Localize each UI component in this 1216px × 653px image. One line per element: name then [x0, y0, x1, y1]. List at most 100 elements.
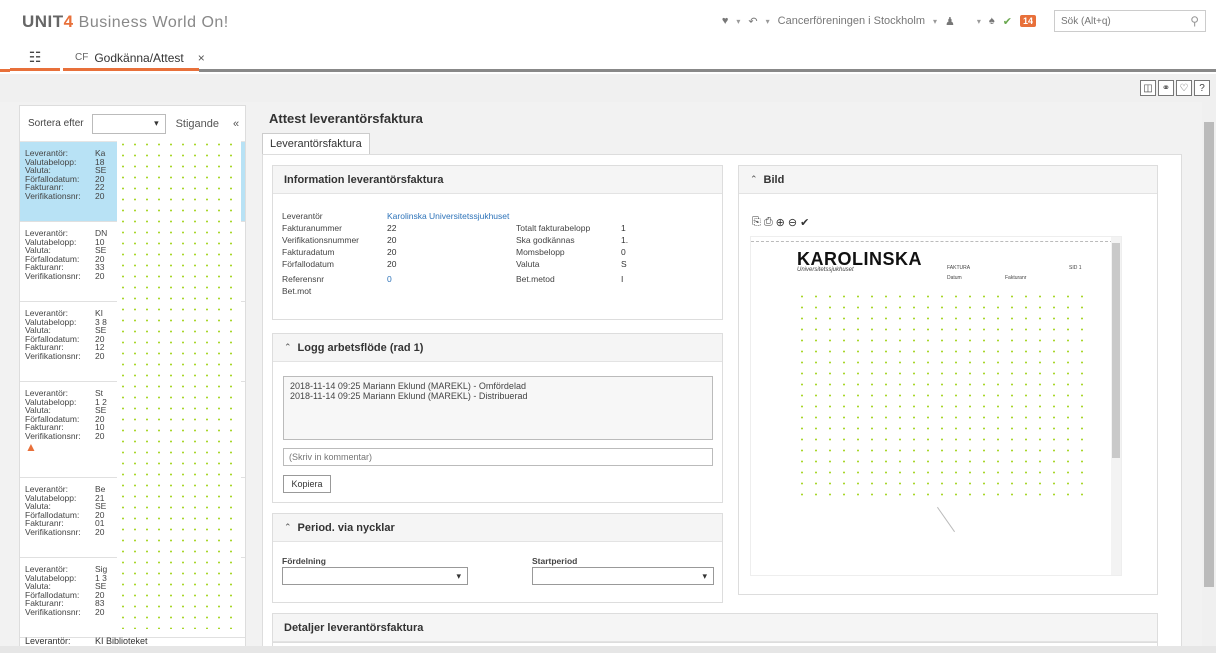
page-scroll-thumb[interactable]	[1204, 122, 1214, 587]
comment-input[interactable]	[283, 448, 713, 466]
page-toolbar: ◫ ⚭ ♡ ?	[0, 74, 1216, 102]
help-icon[interactable]: ?	[1194, 80, 1210, 96]
workflow-log: 2018-11-14 09:25 Mariann Eklund (MAREKL)…	[283, 376, 713, 440]
field-fakturadatum: Fakturadatum 20	[282, 247, 397, 257]
chevron-down-icon: ▾	[154, 118, 159, 128]
info-card: Information leverantörsfaktura Leverantö…	[272, 165, 723, 320]
doc-datum: Datum	[947, 275, 962, 281]
doc-edge	[751, 241, 1113, 242]
list-item-value: 20	[95, 350, 105, 361]
tab-divider	[199, 69, 1216, 72]
log-entry: 2018-11-14 09:25 Mariann Eklund (MAREKL)…	[290, 391, 528, 401]
startperiod-label: Startperiod	[532, 556, 578, 566]
redaction-mask	[795, 291, 1095, 503]
company-chevron-icon[interactable]: ▾	[933, 17, 937, 26]
list-item-value: 20	[95, 526, 105, 537]
export-icon[interactable]: ⎘	[752, 216, 761, 229]
redaction-mask	[117, 139, 241, 629]
log-card-header[interactable]: ⌃ Logg arbetsflöde (rad 1)	[273, 334, 722, 362]
search-icon[interactable]: ⚲	[1190, 14, 1199, 28]
list-item-value: KI Biblioteket	[95, 636, 148, 646]
history-icon[interactable]: ↶	[748, 15, 757, 28]
notification-icon[interactable]: ♠	[989, 15, 995, 27]
sort-select[interactable]: ▾	[91, 113, 166, 134]
app-logo[interactable]: UNIT4 Business World On!	[22, 12, 229, 32]
bottom-bar	[0, 646, 1216, 653]
toolbar-icons: ◫ ⚭ ♡ ?	[1140, 80, 1210, 96]
link-icon[interactable]: ⚭	[1158, 80, 1174, 96]
period-card-header[interactable]: ⌃ Period. via nycklar	[273, 514, 722, 542]
sort-direction[interactable]: Stigande	[176, 118, 219, 130]
startperiod-select[interactable]: ▾	[532, 567, 714, 585]
zoom-out-icon[interactable]: ⊖	[788, 216, 797, 229]
field-leverantor: Leverantör Karolinska Universitetssjukhus…	[282, 211, 510, 221]
image-tools: ⎘ ⎙ ⊕ ⊖ ✔	[752, 216, 809, 229]
doc-fakturanr: Fakturanr	[1005, 275, 1027, 281]
menu-icon[interactable]: ☷	[10, 47, 60, 71]
favorites-icon[interactable]: ♥	[722, 15, 729, 27]
top-header: UNIT4 Business World On! ♥ ▾ ↶ ▾ Cancerföre…	[0, 0, 1216, 44]
fordelning-label: Fördelning	[282, 556, 326, 566]
user-icon[interactable]: ♟	[945, 15, 955, 28]
list-item-value: 20	[95, 606, 105, 617]
image-card-header[interactable]: ⌃ Bild	[739, 166, 1157, 194]
tab-leverantorsfaktura[interactable]: Leverantörsfaktura	[262, 133, 370, 154]
sort-label: Sortera efter	[28, 118, 84, 129]
invoice-image-viewer[interactable]: KAROLINSKA Universitetssjukhuset FAKTURA…	[750, 236, 1122, 576]
chevron-up-icon: ⌃	[284, 342, 292, 352]
tasks-badge[interactable]: 14	[1019, 15, 1036, 27]
image-card: ⌃ Bild ⎘ ⎙ ⊕ ⊖ ✔ KAROLINSKA Universitetss…	[738, 165, 1158, 595]
list-item-label: Verifikationsnr:	[25, 350, 81, 361]
fordelning-select[interactable]: ▾	[282, 567, 468, 585]
image-scroll-thumb[interactable]	[1112, 243, 1120, 458]
list-item-label: Verifikationsnr:	[25, 190, 81, 201]
history-chevron-icon[interactable]: ▾	[766, 17, 770, 26]
favorite-icon[interactable]: ♡	[1176, 80, 1192, 96]
tab-godkanna-attest[interactable]: CF Godkänna/Attest ×	[63, 47, 205, 71]
details-card-header[interactable]: Detaljer leverantörsfaktura	[273, 614, 1157, 642]
collapse-panel-icon[interactable]: «	[233, 118, 239, 130]
approve-icon[interactable]: ✔	[800, 216, 809, 229]
image-scrollbar[interactable]	[1111, 237, 1121, 575]
field-betmetod: Bet.metod I	[516, 274, 624, 284]
doc-mark	[936, 506, 956, 533]
list-item-label: Leverantör:	[25, 636, 71, 646]
field-ska-godkannas: Ska godkännas 1.	[516, 235, 629, 245]
field-verifikationsnummer: Verifikationsnummer 20	[282, 235, 397, 245]
log-entry: 2018-11-14 09:25 Mariann Eklund (MAREKL)…	[290, 381, 526, 391]
company-selector[interactable]: Cancerföreningen i Stockholm	[778, 15, 925, 27]
chevron-down-icon: ▾	[456, 570, 461, 581]
list-item-label: Verifikationsnr:	[25, 430, 81, 441]
doc-brand-sub: Universitetssjukhuset	[797, 267, 854, 273]
print-icon[interactable]: ⎙	[764, 216, 773, 229]
chevron-down-icon: ▾	[702, 570, 707, 581]
info-card-header: Information leverantörsfaktura	[273, 166, 722, 194]
header-controls: ♥ ▾ ↶ ▾ Cancerföreningen i Stockholm ▾ ♟ ▾ …	[722, 10, 1206, 32]
list-item-value: 20	[95, 190, 105, 201]
search-input[interactable]	[1061, 15, 1181, 27]
doc-sid: SID 1	[1069, 265, 1082, 271]
close-tab-icon[interactable]: ×	[198, 51, 205, 65]
field-referensnr: Referensnr 0	[282, 274, 392, 284]
list-item-label: Verifikationsnr:	[25, 270, 81, 281]
global-search[interactable]: ⚲	[1054, 10, 1206, 32]
list-item-value: 20	[95, 270, 105, 281]
copy-button[interactable]: Kopiera	[283, 475, 331, 493]
zoom-in-icon[interactable]: ⊕	[776, 216, 785, 229]
field-betmot: Bet.mot	[282, 286, 312, 296]
main-panel: Information leverantörsfaktura Leverantö…	[262, 154, 1182, 653]
tab-underline	[0, 69, 10, 72]
field-forfallodatum: Förfallodatum 20	[282, 259, 397, 269]
log-card: ⌃ Logg arbetsflöde (rad 1) 2018-11-14 09:…	[272, 333, 723, 503]
list-item-label: Verifikationsnr:	[25, 526, 81, 537]
tasks-check-icon[interactable]: ✔	[1003, 15, 1012, 28]
field-fakturanummer: Fakturanummer 22	[282, 223, 397, 233]
period-card: ⌃ Period. via nycklar Fördelning ▾ Startp…	[272, 513, 723, 603]
field-momsbelopp: Momsbelopp 0	[516, 247, 626, 257]
user-chevron-icon[interactable]: ▾	[977, 17, 981, 26]
page-scrollbar[interactable]	[1202, 102, 1216, 653]
layout-icon[interactable]: ◫	[1140, 80, 1156, 96]
supplier-link[interactable]: Karolinska Universitetssjukhuset	[387, 211, 509, 221]
favorites-chevron-icon[interactable]: ▾	[736, 17, 740, 26]
doc-faktura: FAKTURA	[947, 265, 971, 271]
